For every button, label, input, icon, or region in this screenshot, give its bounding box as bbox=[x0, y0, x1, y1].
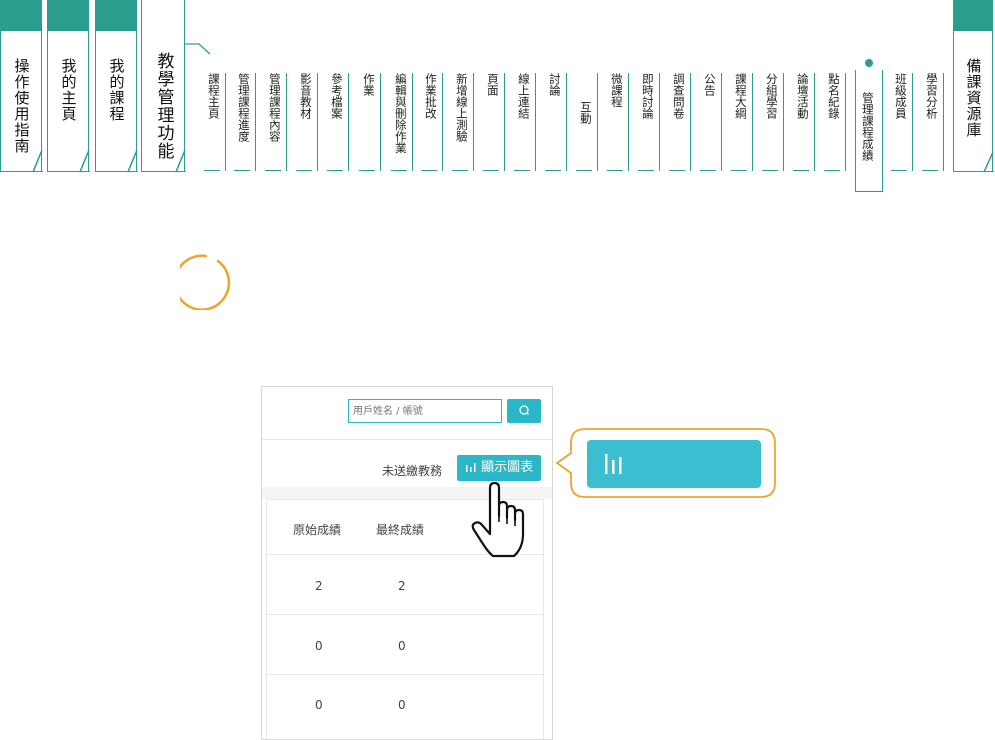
subtab-label: 課程大綱 bbox=[733, 73, 748, 119]
search-button[interactable] bbox=[507, 399, 541, 423]
tab-cap bbox=[96, 0, 136, 31]
hand-pointer-icon bbox=[471, 482, 525, 558]
search-icon bbox=[519, 405, 529, 415]
subtab-label: 調查問卷 bbox=[671, 73, 686, 119]
subtab-label: 參考檔案 bbox=[329, 73, 344, 119]
subtab-label: 管理課程進度 bbox=[236, 73, 251, 142]
cell-original-grade: 0 bbox=[315, 639, 323, 653]
divider bbox=[262, 439, 552, 440]
tab-connector bbox=[184, 43, 211, 55]
subtab-label: 影音教材 bbox=[298, 73, 313, 119]
show-chart-label: 顯示圖表 bbox=[481, 460, 534, 475]
tab-cap bbox=[48, 0, 88, 31]
subtab-label: 管理課程內容 bbox=[267, 73, 282, 142]
subtab-label: 論壇活動 bbox=[795, 73, 810, 119]
cell-original-grade: 2 bbox=[315, 579, 323, 593]
cell-final-grade: 0 bbox=[398, 698, 406, 712]
tab-label: 操作使用指南 bbox=[12, 58, 31, 154]
subtab-label: 班級成員 bbox=[893, 73, 908, 119]
tab-label: 我的課程 bbox=[107, 58, 126, 122]
tab-label: 備課資源庫 bbox=[964, 58, 983, 138]
header-original-grade: 原始成績 bbox=[293, 523, 342, 537]
tab-label: 教學管理功能 bbox=[153, 52, 174, 160]
cell-original-grade: 0 bbox=[315, 698, 323, 712]
tab-teaching-management[interactable]: 教學管理功能 bbox=[140, 0, 186, 172]
callout-chart-button bbox=[587, 440, 761, 488]
tab-cap bbox=[954, 0, 992, 31]
header-final-grade: 最終成績 bbox=[376, 523, 425, 537]
search-input[interactable] bbox=[348, 399, 502, 423]
bar-chart-icon bbox=[605, 454, 622, 474]
grades-panel: 未送繳教務 顯示圖表 原始成績 最終成績 2 2 0 0 0 0 bbox=[261, 386, 553, 740]
tab-slants bbox=[32, 150, 994, 173]
subtab-label: 微課程 bbox=[609, 73, 624, 108]
row-divider bbox=[267, 674, 543, 675]
bar-chart-icon bbox=[465, 463, 476, 472]
tab-my-courses[interactable]: 我的課程 bbox=[94, 0, 138, 172]
subtab-label: 線上連結 bbox=[516, 73, 531, 119]
subtab-label: 學習分析 bbox=[924, 73, 939, 119]
tab-user-guide[interactable]: 操作使用指南 bbox=[0, 0, 43, 172]
subtab-label: 分組學習 bbox=[764, 73, 779, 119]
subtab-label: 課程主頁 bbox=[206, 73, 221, 119]
tab-my-home[interactable]: 我的主頁 bbox=[46, 0, 90, 172]
subtab-label: 點名紀錄 bbox=[826, 73, 841, 119]
subtab-label: 新增線上測驗 bbox=[454, 73, 469, 142]
loading-circle-icon bbox=[180, 254, 231, 310]
subtab-label: 作業批改 bbox=[423, 73, 438, 119]
subtab-label: 作業 bbox=[361, 73, 376, 96]
show-chart-button[interactable]: 顯示圖表 bbox=[457, 455, 541, 481]
subtab-label: 頁面 bbox=[485, 73, 500, 96]
tab-label: 我的主頁 bbox=[59, 58, 78, 122]
row-divider bbox=[267, 614, 543, 615]
active-indicator-dot bbox=[865, 59, 873, 67]
subtab-label: 討論 bbox=[547, 73, 562, 96]
subtab-label: 公告 bbox=[702, 73, 717, 96]
cell-final-grade: 2 bbox=[398, 579, 406, 593]
cell-final-grade: 0 bbox=[398, 639, 406, 653]
subtab-label: 即時討論 bbox=[640, 73, 655, 119]
unsent-to-registrar-label: 未送繳教務 bbox=[382, 464, 443, 478]
tab-cap bbox=[1, 0, 41, 31]
tab-prep-resources[interactable]: 備課資源庫 bbox=[952, 0, 994, 172]
subtab-label: 編輯與刪除作業 bbox=[393, 73, 408, 154]
subtab-label: 互動 bbox=[578, 101, 593, 124]
